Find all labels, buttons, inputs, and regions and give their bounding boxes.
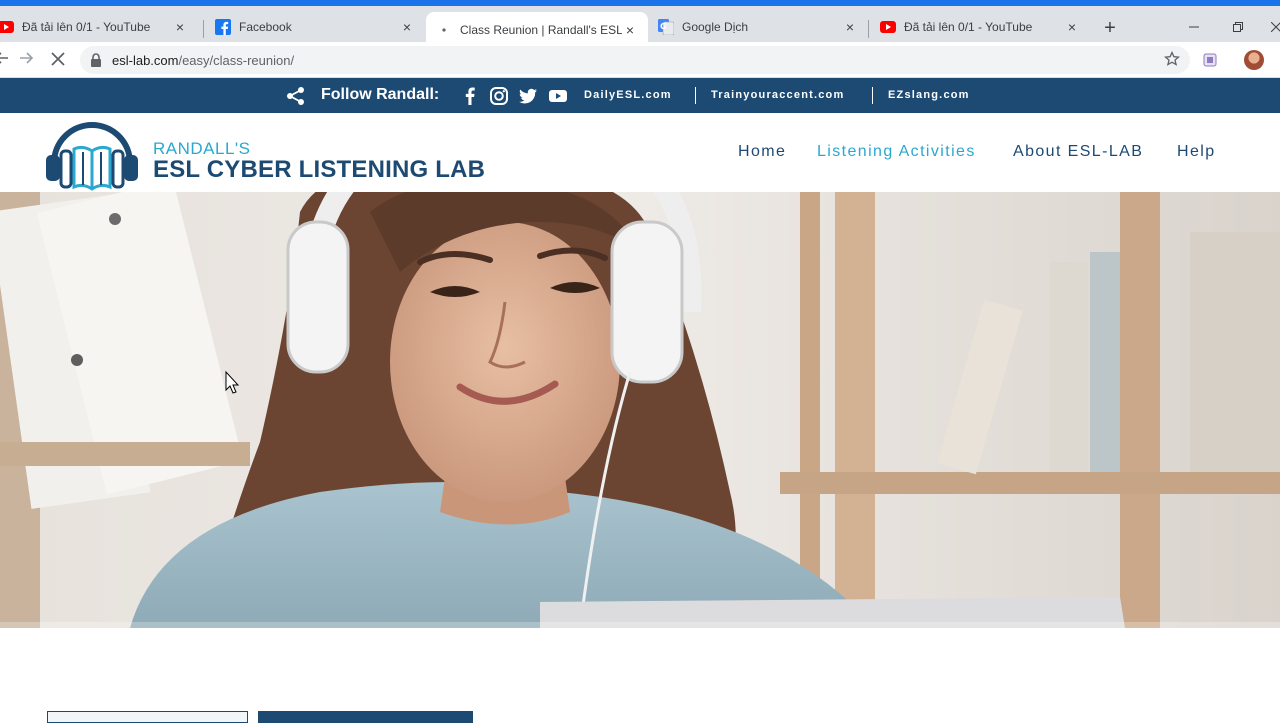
loading-dot-icon — [436, 22, 452, 38]
url-host: esl-lab.com — [112, 52, 179, 68]
site-header: RANDALL'S ESL CYBER LISTENING LAB Home L… — [0, 113, 1280, 192]
divider — [872, 87, 873, 104]
extension-icon[interactable] — [1201, 51, 1219, 69]
new-tab-button[interactable]: + — [1100, 18, 1120, 38]
youtube-icon[interactable] — [548, 86, 568, 106]
google-translate-icon: G — [658, 19, 674, 35]
content-button-dark[interactable] — [258, 711, 473, 723]
nav-help[interactable]: Help — [1177, 143, 1216, 161]
youtube-icon — [880, 19, 896, 35]
browser-tab-strip: Đã tải lên 0/1 - YouTube × Facebook × Cl… — [0, 0, 1280, 48]
profile-avatar[interactable] — [1244, 50, 1264, 70]
tab-divider — [868, 20, 869, 38]
twitter-icon[interactable] — [518, 86, 538, 106]
link-trainyouraccent[interactable]: Trainyouraccent.com — [711, 89, 844, 101]
share-icon — [286, 86, 306, 106]
browser-tab[interactable]: Đã tải lên 0/1 - YouTube × — [0, 12, 198, 42]
logo-title[interactable]: ESL CYBER LISTENING LAB — [153, 156, 485, 184]
headphones-book-logo-icon[interactable] — [46, 115, 138, 191]
follow-label: Follow Randall: — [321, 86, 440, 103]
stop-loading-icon[interactable] — [46, 48, 70, 72]
facebook-icon — [215, 19, 231, 35]
tab-title: Google Dịch — [682, 20, 749, 34]
tab-title: Đã tải lên 0/1 - YouTube — [22, 20, 151, 34]
back-icon[interactable] — [0, 48, 14, 72]
nav-home[interactable]: Home — [738, 143, 786, 161]
nav-listening-activities[interactable]: Listening Activities — [817, 143, 976, 161]
site-social-bar: Follow Randall: DailyESL.com Trainyourac… — [0, 78, 1280, 113]
restore-icon[interactable] — [1224, 16, 1252, 40]
window-close-icon[interactable] — [1262, 16, 1280, 40]
tab-close-icon[interactable]: × — [399, 19, 415, 35]
tab-close-icon[interactable]: × — [622, 22, 638, 38]
bookmark-star-icon[interactable] — [1163, 50, 1181, 72]
facebook-icon[interactable] — [460, 86, 480, 106]
tab-close-icon[interactable]: × — [842, 19, 858, 35]
content-button[interactable] — [47, 711, 248, 723]
tab-close-icon[interactable]: × — [172, 19, 188, 35]
svg-text:G: G — [660, 22, 667, 31]
browser-tab[interactable]: G Google Dịch × — [648, 12, 868, 42]
nav-about[interactable]: About ESL-LAB — [1013, 143, 1143, 161]
hero-image — [0, 192, 1280, 628]
forward-icon[interactable] — [14, 48, 38, 72]
browser-tab[interactable]: Facebook × — [205, 12, 425, 42]
tab-title: Facebook — [239, 20, 292, 34]
tab-title: Class Reunion | Randall's ESL C — [460, 23, 622, 37]
youtube-icon — [0, 19, 14, 35]
browser-toolbar: esl-lab.com/easy/class-reunion/ — [0, 42, 1280, 78]
link-dailyesl[interactable]: DailyESL.com — [584, 89, 672, 101]
lock-icon — [90, 53, 104, 67]
minimize-icon[interactable] — [1180, 16, 1208, 40]
tab-title: Đã tải lên 0/1 - YouTube — [904, 20, 1033, 34]
address-bar[interactable]: esl-lab.com/easy/class-reunion/ — [80, 46, 1190, 74]
divider — [695, 87, 696, 104]
tab-close-icon[interactable]: × — [1064, 19, 1080, 35]
url-path: /easy/class-reunion/ — [178, 52, 295, 68]
browser-tab[interactable]: Đã tải lên 0/1 - YouTube × — [870, 12, 1090, 42]
tab-divider — [203, 20, 204, 38]
link-ezslang[interactable]: EZslang.com — [888, 89, 970, 101]
instagram-icon[interactable] — [489, 86, 509, 106]
